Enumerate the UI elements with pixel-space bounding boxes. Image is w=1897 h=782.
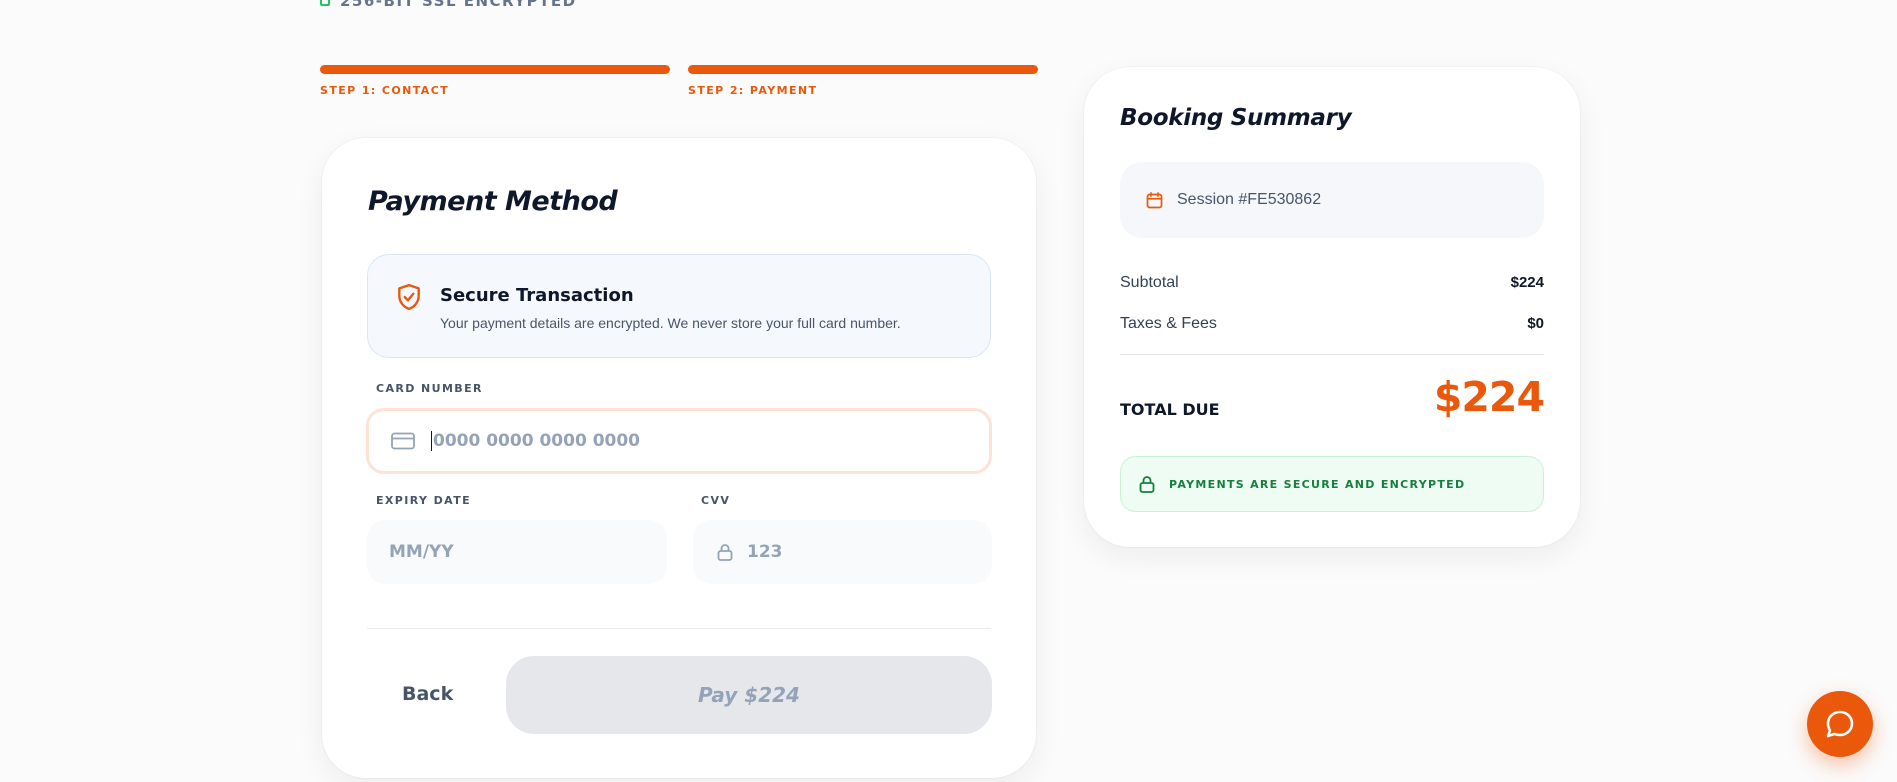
subtotal-label: Subtotal: [1120, 274, 1179, 291]
calendar-icon: [1146, 191, 1163, 209]
subtotal-row: Subtotal $224: [1120, 274, 1544, 292]
summary-divider: [1120, 354, 1544, 355]
step-payment: STEP 2: PAYMENT: [688, 65, 1038, 97]
step-contact: STEP 1: CONTACT: [320, 65, 670, 97]
booking-summary: Booking Summary Session #FE530862 Subtot…: [1084, 67, 1580, 547]
expiry-label: EXPIRY DATE: [376, 494, 472, 507]
booking-summary-title: Booking Summary: [1120, 105, 1352, 131]
total-label: TOTAL DUE: [1120, 400, 1220, 419]
taxes-label: Taxes & Fees: [1120, 315, 1217, 332]
step-payment-bar: [688, 65, 1038, 74]
lock-icon: [717, 543, 733, 561]
total-value: $224: [1433, 373, 1545, 421]
expiry-field[interactable]: MM/YY: [367, 520, 667, 584]
cvv-placeholder: 123: [747, 542, 783, 562]
chat-icon: [1826, 710, 1854, 738]
step-contact-label: STEP 1: CONTACT: [320, 84, 450, 97]
secure-payments-text: PAYMENTS ARE SECURE AND ENCRYPTED: [1169, 477, 1466, 491]
lock-icon: [320, 0, 330, 6]
secure-transaction-desc: Your payment details are encrypted. We n…: [440, 315, 901, 331]
secure-payments-badge: PAYMENTS ARE SECURE AND ENCRYPTED: [1120, 456, 1544, 512]
taxes-value: $0: [1527, 315, 1544, 332]
step-payment-label: STEP 2: PAYMENT: [688, 84, 818, 97]
ssl-note-text: 256-BIT SSL ENCRYPTED: [340, 0, 577, 10]
session-row: Session #FE530862: [1120, 162, 1544, 238]
back-button[interactable]: Back: [402, 683, 453, 705]
ssl-note: 256-BIT SSL ENCRYPTED: [320, 0, 577, 10]
pay-button[interactable]: Pay $224: [506, 656, 992, 734]
card-number-field[interactable]: 0000 0000 0000 0000: [366, 408, 992, 474]
expiry-placeholder: MM/YY: [389, 542, 454, 562]
lock-icon: [1139, 475, 1155, 493]
secure-transaction-title: Secure Transaction: [440, 285, 634, 306]
subtotal-value: $224: [1510, 274, 1544, 291]
cvv-field[interactable]: 123: [693, 520, 992, 584]
card-number-placeholder: 0000 0000 0000 0000: [433, 431, 641, 451]
progress-steps: STEP 1: CONTACT STEP 2: PAYMENT: [320, 65, 1038, 97]
chat-button[interactable]: [1807, 691, 1873, 757]
card-number-label: CARD NUMBER: [376, 382, 483, 395]
credit-card-icon: [391, 432, 415, 450]
shield-check-icon: [398, 283, 420, 311]
text-caret: [431, 431, 432, 451]
payment-title: Payment Method: [368, 186, 618, 217]
cvv-label: CVV: [701, 494, 731, 507]
taxes-row: Taxes & Fees $0: [1120, 315, 1544, 333]
session-id: Session #FE530862: [1177, 191, 1322, 208]
payment-card: Payment Method Secure Transaction Your p…: [322, 138, 1036, 778]
secure-transaction-notice: Secure Transaction Your payment details …: [367, 254, 991, 358]
divider: [367, 628, 991, 629]
step-contact-bar: [320, 65, 670, 74]
